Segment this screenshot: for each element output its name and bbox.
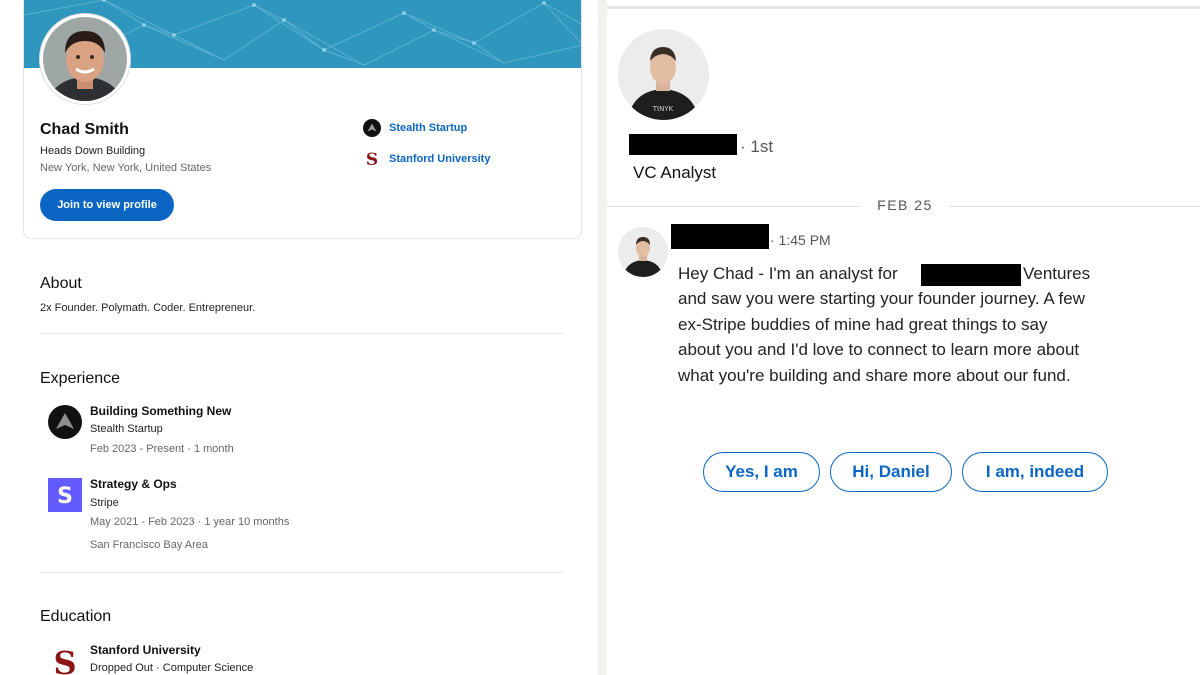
education-heading: Education <box>40 608 112 625</box>
message-panel: TINYK · 1st VC Analyst FEB 25 · 1:45 PM … <box>607 0 1200 675</box>
experience-heading: Experience <box>40 370 121 387</box>
experience-company: Stripe <box>90 497 119 509</box>
stealth-startup-logo-icon <box>48 405 82 439</box>
message-line: Ventures <box>1023 264 1091 283</box>
about-heading: About <box>40 275 82 292</box>
about-text: 2x Founder. Polymath. Coder. Entrepreneu… <box>40 302 256 314</box>
sender-avatar[interactable]: TINYK <box>618 29 709 120</box>
svg-text:TINYK: TINYK <box>652 105 674 113</box>
stanford-logo-icon: S <box>48 644 82 675</box>
stanford-logo-icon: S <box>363 150 381 168</box>
message-time: · 1:45 PM <box>770 232 831 248</box>
quick-reply-i-am-indeed[interactable]: I am, indeed <box>962 452 1108 492</box>
top-divider <box>607 6 1200 9</box>
message-line: about you and I'd love to connect to lea… <box>678 340 1080 359</box>
redacted-message-sender-name <box>671 224 769 249</box>
education-details: Dropped Out · Computer Science <box>90 662 254 674</box>
profile-location: New York, New York, United States <box>40 162 212 174</box>
school-label: Stanford University <box>389 153 491 165</box>
education-school[interactable]: Stanford University <box>90 643 201 657</box>
message-sender-avatar[interactable] <box>618 227 668 277</box>
divider <box>40 333 564 334</box>
svg-text:S: S <box>53 644 76 675</box>
profile-avatar <box>40 14 130 104</box>
redacted-fund-name <box>921 264 1021 286</box>
quick-reply-yes-i-am[interactable]: Yes, I am <box>703 452 820 492</box>
divider <box>40 572 564 573</box>
redacted-sender-name <box>629 134 737 155</box>
experience-dates: Feb 2023 - Present · 1 month <box>90 443 234 455</box>
profile-headline: Heads Down Building <box>40 145 146 157</box>
panel-divider <box>598 0 607 675</box>
profile-name: Chad Smith <box>40 121 129 138</box>
connection-degree: · 1st <box>740 137 774 156</box>
message-line: what you're building and share more abou… <box>678 366 1071 385</box>
current-company-label: Stealth Startup <box>389 122 468 134</box>
message-line: Hey Chad - I'm an analyst for <box>678 264 898 283</box>
experience-dates: May 2021 - Feb 2023 · 1 year 10 months <box>90 516 290 528</box>
date-divider: FEB 25 <box>877 197 933 213</box>
svg-text:S: S <box>366 150 378 168</box>
experience-company: Stealth Startup <box>90 423 163 435</box>
svg-text:S: S <box>57 484 73 509</box>
current-company-link[interactable]: Stealth Startup <box>363 119 467 137</box>
message-line: and saw you were starting your founder j… <box>678 289 1085 308</box>
quick-reply-hi-daniel[interactable]: Hi, Daniel <box>830 452 952 492</box>
profile-panel: Chad Smith Heads Down Building New York,… <box>0 0 598 675</box>
stealth-logo-icon <box>363 119 381 137</box>
experience-title[interactable]: Strategy & Ops <box>90 477 177 491</box>
sender-title: VC Analyst <box>633 163 717 182</box>
date-divider-line <box>607 206 861 207</box>
stripe-logo-icon: S <box>48 478 82 512</box>
date-divider-line <box>949 206 1200 207</box>
join-to-view-profile-button[interactable]: Join to view profile <box>40 189 174 221</box>
experience-title[interactable]: Building Something New <box>90 404 231 418</box>
school-link[interactable]: S Stanford University <box>363 150 491 168</box>
message-line: ex-Stripe buddies of mine had great thin… <box>678 315 1048 334</box>
experience-location: San Francisco Bay Area <box>90 539 209 551</box>
